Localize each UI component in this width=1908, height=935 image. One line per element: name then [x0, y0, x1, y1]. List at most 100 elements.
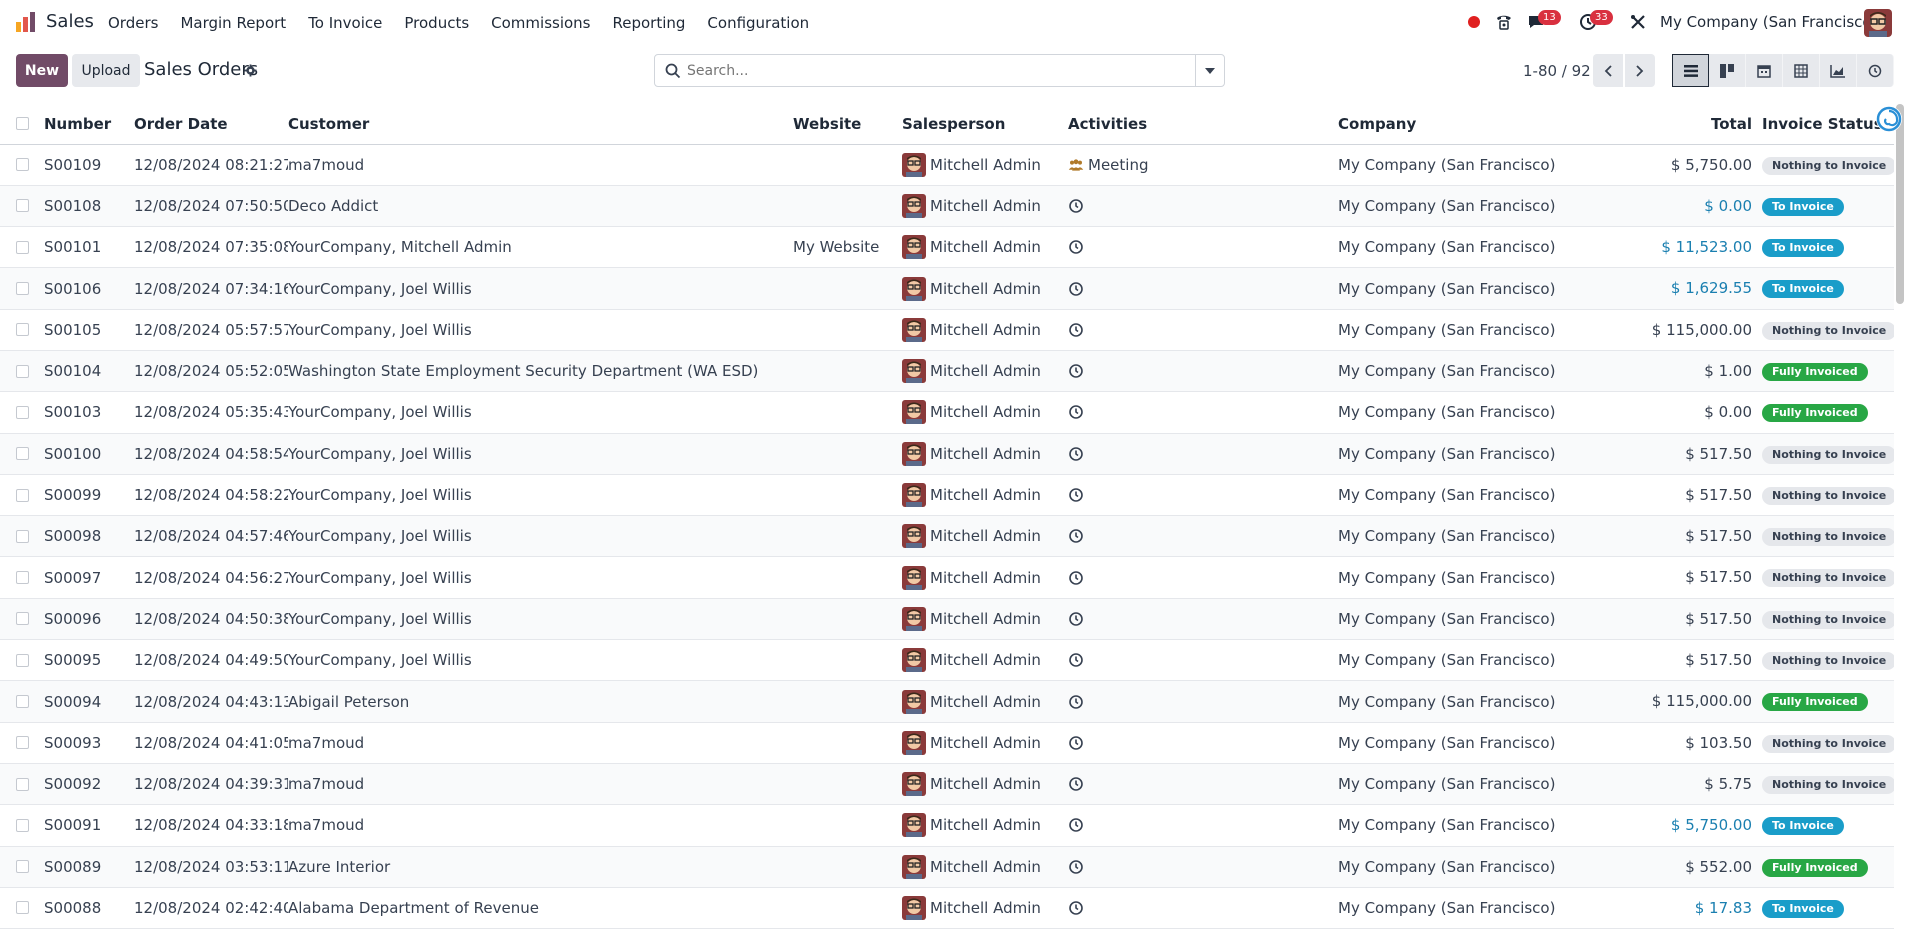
meeting-people-icon[interactable]	[1068, 157, 1084, 173]
row-checkbox-cell[interactable]	[0, 433, 44, 475]
table-row[interactable]: S00091 12/08/2024 04:33:18 ma7moud Mitchell…	[0, 804, 1894, 847]
activity-clock-icon[interactable]	[1068, 446, 1084, 462]
col-customer[interactable]: Customer	[288, 104, 793, 145]
row-checkbox[interactable]	[16, 653, 29, 667]
salesperson-avatar[interactable]	[902, 565, 926, 590]
company-switcher[interactable]: My Company (San Francisco)	[1660, 13, 1877, 31]
row-checkbox-cell[interactable]	[0, 309, 44, 351]
select-all-checkbox[interactable]	[16, 117, 29, 131]
row-checkbox-cell[interactable]	[0, 639, 44, 682]
activity-cell[interactable]	[1068, 391, 1338, 434]
activity-cell[interactable]	[1068, 309, 1338, 351]
activity-clock-icon[interactable]	[1068, 322, 1084, 338]
table-row[interactable]: S00095 12/08/2024 04:49:50 YourCompany, Jo…	[0, 639, 1894, 682]
row-checkbox[interactable]	[16, 447, 29, 461]
graph-view-button[interactable]	[1820, 54, 1857, 87]
row-checkbox[interactable]	[16, 777, 29, 791]
salesperson-avatar[interactable]	[902, 359, 926, 384]
row-checkbox-cell[interactable]	[0, 391, 44, 434]
menu-margin-report[interactable]: Margin Report	[180, 14, 286, 32]
row-checkbox-cell[interactable]	[0, 226, 44, 269]
activity-cell[interactable]	[1068, 639, 1338, 682]
user-avatar[interactable]	[1864, 9, 1892, 37]
row-checkbox[interactable]	[16, 405, 29, 419]
phone-icon[interactable]	[1494, 12, 1514, 32]
list-view-button[interactable]	[1672, 54, 1709, 87]
col-number[interactable]: Number	[44, 104, 134, 145]
salesperson-avatar[interactable]	[902, 317, 926, 342]
activity-clock-icon[interactable]	[1068, 652, 1084, 668]
pager-value[interactable]: 1-80 / 92	[1523, 62, 1591, 80]
row-checkbox[interactable]	[16, 364, 29, 378]
table-row[interactable]: S00099 12/08/2024 04:58:22 YourCompany, Jo…	[0, 474, 1894, 517]
salesperson-avatar[interactable]	[902, 772, 926, 797]
activity-cell[interactable]	[1068, 267, 1338, 310]
salesperson-avatar[interactable]	[902, 524, 926, 549]
row-checkbox-cell[interactable]	[0, 846, 44, 888]
salesperson-avatar[interactable]	[902, 483, 926, 508]
table-row[interactable]: S00093 12/08/2024 04:41:05 ma7moud Mitchell…	[0, 722, 1894, 764]
row-checkbox[interactable]	[16, 158, 29, 172]
activity-cell[interactable]: Meeting	[1068, 144, 1338, 186]
activity-clock-icon[interactable]	[1068, 694, 1084, 710]
activity-clock-icon[interactable]	[1068, 198, 1084, 214]
row-checkbox-cell[interactable]	[0, 515, 44, 558]
salesperson-avatar[interactable]	[902, 152, 926, 177]
activity-clock-icon[interactable]	[1068, 735, 1084, 751]
activity-cell[interactable]	[1068, 433, 1338, 475]
row-checkbox[interactable]	[16, 736, 29, 750]
row-checkbox-cell[interactable]	[0, 185, 44, 228]
activity-cell[interactable]	[1068, 474, 1338, 517]
menu-orders[interactable]: Orders	[108, 14, 158, 32]
pager-previous-button[interactable]	[1593, 54, 1623, 87]
activity-cell[interactable]	[1068, 763, 1338, 806]
row-checkbox-cell[interactable]	[0, 350, 44, 393]
activity-cell[interactable]	[1068, 598, 1338, 641]
menu-products[interactable]: Products	[404, 14, 469, 32]
table-row[interactable]: S00105 12/08/2024 05:57:57 YourCompany, Jo…	[0, 309, 1894, 351]
activity-cell[interactable]	[1068, 350, 1338, 393]
table-row[interactable]: S00104 12/08/2024 05:52:05 Washington Stat…	[0, 350, 1894, 393]
activity-clock-icon[interactable]	[1068, 776, 1084, 792]
sales-app-icon[interactable]	[14, 10, 38, 34]
salesperson-avatar[interactable]	[902, 193, 926, 218]
salesperson-avatar[interactable]	[902, 689, 926, 714]
activity-clock-icon[interactable]	[1068, 239, 1084, 255]
col-invoice-status[interactable]: Invoice Status	[1762, 115, 1883, 133]
pager-next-button[interactable]	[1625, 54, 1655, 87]
row-checkbox-cell[interactable]	[0, 598, 44, 641]
activity-clock-icon[interactable]	[1068, 363, 1084, 379]
calendar-view-button[interactable]	[1746, 54, 1783, 87]
menu-configuration[interactable]: Configuration	[707, 14, 809, 32]
activity-clock-icon[interactable]	[1068, 817, 1084, 833]
search-options-toggle[interactable]	[1195, 55, 1224, 86]
table-row[interactable]: S00088 12/08/2024 02:42:40 Alabama Departm…	[0, 887, 1894, 930]
kanban-view-button[interactable]	[1709, 54, 1746, 87]
activity-clock-icon[interactable]	[1068, 859, 1084, 875]
salesperson-avatar[interactable]	[902, 276, 926, 301]
activity-clock-icon[interactable]	[1068, 528, 1084, 544]
salesperson-avatar[interactable]	[902, 235, 926, 260]
table-row[interactable]: S00108 12/08/2024 07:50:50 Deco Addict Mitc…	[0, 185, 1894, 228]
row-checkbox-cell[interactable]	[0, 474, 44, 517]
row-checkbox-cell[interactable]	[0, 556, 44, 599]
activity-cell[interactable]	[1068, 887, 1338, 930]
table-row[interactable]: S00109 12/08/2024 08:21:27 ma7moud Mitchell…	[0, 144, 1894, 186]
salesperson-avatar[interactable]	[902, 400, 926, 425]
col-order-date[interactable]: Order Date	[134, 104, 288, 145]
row-checkbox[interactable]	[16, 323, 29, 337]
row-checkbox[interactable]	[16, 860, 29, 874]
activity-cell[interactable]	[1068, 804, 1338, 847]
salesperson-avatar[interactable]	[902, 648, 926, 673]
table-row[interactable]: S00101 12/08/2024 07:35:08 YourCompany, Mi…	[0, 226, 1894, 269]
row-checkbox-cell[interactable]	[0, 144, 44, 186]
table-row[interactable]: S00100 12/08/2024 04:58:54 YourCompany, Jo…	[0, 433, 1894, 475]
new-button[interactable]: New	[16, 54, 68, 87]
menu-to-invoice[interactable]: To Invoice	[308, 14, 382, 32]
salesperson-avatar[interactable]	[902, 854, 926, 879]
row-checkbox[interactable]	[16, 571, 29, 585]
salesperson-avatar[interactable]	[902, 813, 926, 838]
activity-view-button[interactable]	[1857, 54, 1894, 87]
row-checkbox-cell[interactable]	[0, 763, 44, 806]
recording-dot-icon[interactable]	[1468, 16, 1480, 28]
